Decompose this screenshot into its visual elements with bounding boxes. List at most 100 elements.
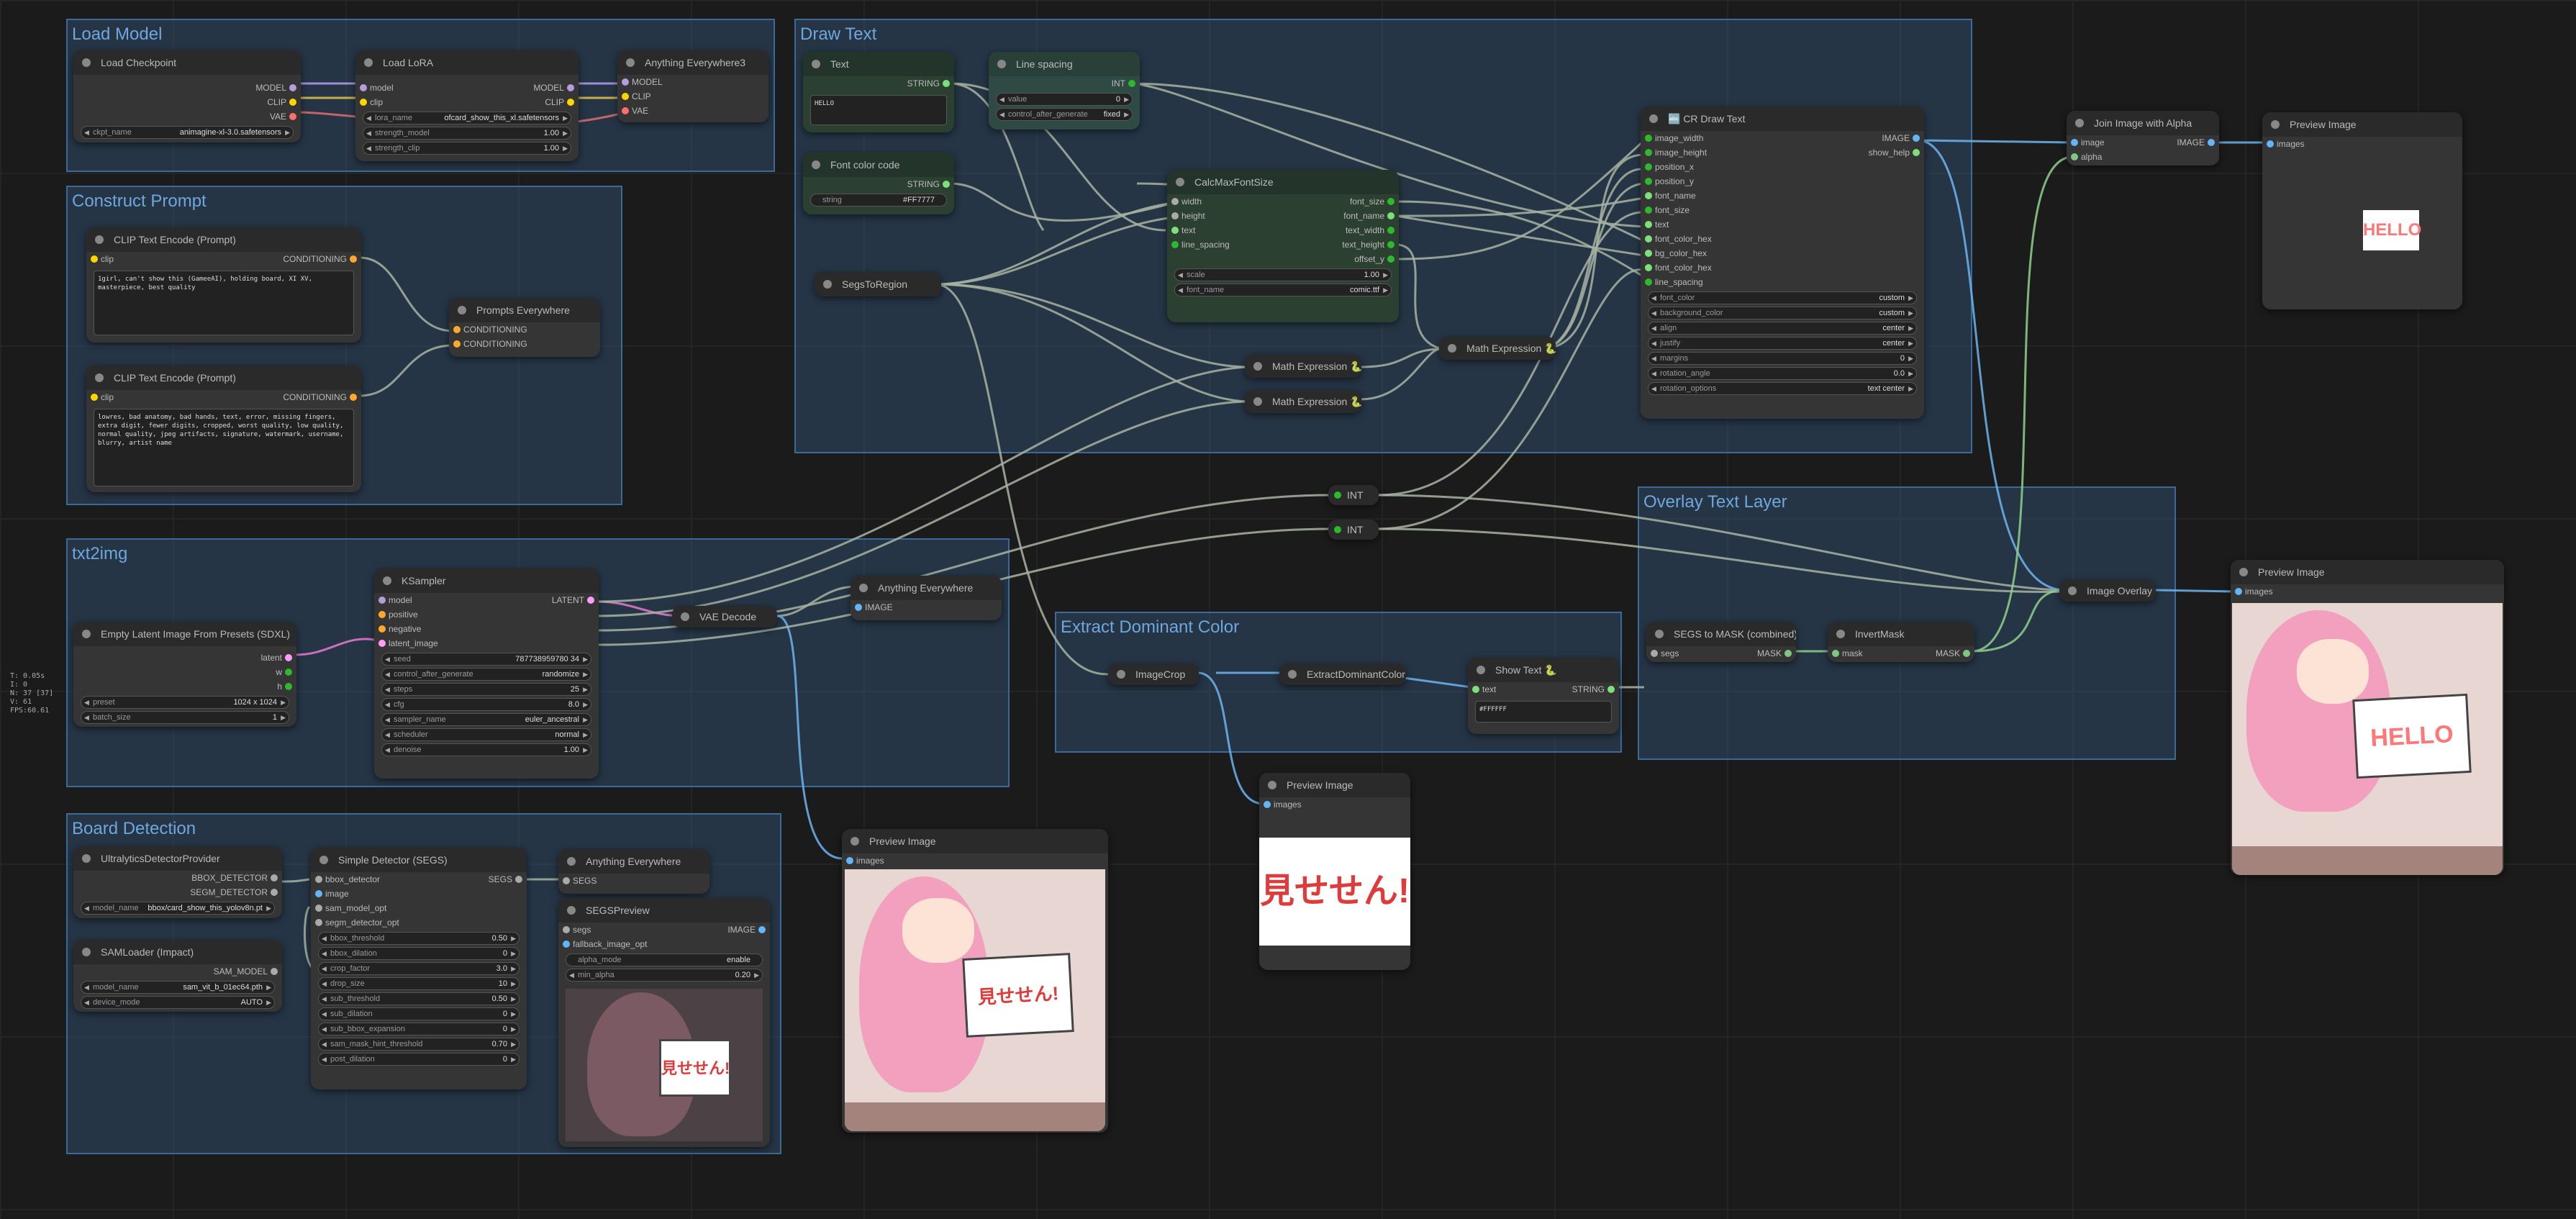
collapse-dot[interactable] (1334, 491, 1341, 499)
node-header[interactable]: Preview Image (2262, 112, 2462, 137)
math-expression-node-1[interactable]: Math Expression 🐍 (1245, 355, 1361, 378)
input-negative[interactable]: negative (374, 622, 599, 636)
input-line-spacing[interactable]: line_spacing (1641, 275, 1924, 289)
sub-bbox-expansion-widget[interactable]: sub_bbox_expansion 0 (318, 1023, 520, 1036)
collapse-dot[interactable] (681, 612, 689, 621)
collapse-dot[interactable] (2068, 586, 2077, 595)
justify-widget[interactable]: justify center (1648, 337, 1917, 350)
collapse-dot[interactable] (567, 906, 576, 915)
denoise-widget[interactable]: denoise 1.00 (381, 743, 591, 756)
node-header[interactable]: SEGSPreview (558, 898, 770, 923)
input-images[interactable]: images (2262, 137, 2462, 151)
batch-size-widget[interactable]: batch_size 1 (81, 711, 289, 724)
preview-image-node-crop[interactable]: Preview Image images 見せせん! (1259, 773, 1410, 970)
node-header[interactable]: Show Text 🐍 (1468, 658, 1619, 682)
collapse-dot[interactable] (1253, 397, 1262, 406)
slot-row-5[interactable]: offset_y (1167, 252, 1399, 266)
scale-widget[interactable]: scale 1.00 (1174, 268, 1392, 281)
preview-image-node-final[interactable]: Preview Image images HELLO (2231, 560, 2504, 875)
slot-dot[interactable] (622, 78, 629, 86)
slot-dot[interactable] (1645, 135, 1652, 142)
node-header[interactable]: Preview Image (1259, 773, 1410, 797)
input-bg-color-hex[interactable]: bg_color_hex (1641, 246, 1924, 260)
slot-dot[interactable] (1387, 255, 1394, 263)
input-text[interactable]: text (1641, 217, 1924, 232)
input-images[interactable]: images (842, 853, 1108, 868)
scheduler-widget[interactable]: scheduler normal (381, 728, 591, 741)
ultralytics-detector-provider-node[interactable]: UltralyticsDetectorProvider BBOX_DETECTO… (73, 846, 282, 918)
collapse-dot[interactable] (364, 58, 373, 67)
slot-dot[interactable] (285, 654, 292, 661)
anything-everywhere3-node[interactable]: Anything Everywhere3 MODEL CLIP VAE (617, 50, 768, 122)
preset-widget[interactable]: preset 1024 x 1024 (81, 696, 289, 709)
slot-dot[interactable] (315, 905, 322, 912)
slot-dot[interactable] (271, 874, 278, 882)
slot-dot[interactable] (622, 107, 629, 114)
collapse-dot[interactable] (1117, 670, 1125, 679)
strength-clip-widget[interactable]: strength_clip 1.00 (363, 142, 571, 155)
preview-image-node-generated[interactable]: Preview Image images 見せせん! (842, 829, 1108, 1133)
input-conditioning-2[interactable]: CONDITIONING (449, 337, 600, 351)
font-color-code-node[interactable]: Font color code STRING string #FF7777 (803, 153, 954, 214)
slot-row-2[interactable]: height font_name (1167, 209, 1399, 223)
extract-dominant-color-node[interactable]: ExtractDominantColor (1279, 663, 1406, 685)
node-header[interactable]: VAE Decode (672, 606, 777, 627)
collapse-dot[interactable] (1334, 526, 1341, 533)
string-widget[interactable]: string #FF7777 (810, 194, 947, 207)
slot-dot[interactable] (515, 876, 522, 883)
simple-detector-node[interactable]: Simple Detector (SEGS) bbox_detector SEGS… (311, 848, 527, 1089)
input-position-y[interactable]: position_y (1641, 174, 1924, 189)
line-spacing-node[interactable]: Line spacing INT value 0 control_after_ge… (989, 52, 1140, 130)
input-clip[interactable]: CLIP (617, 89, 768, 104)
slot-dot[interactable] (1645, 207, 1652, 214)
node-header[interactable]: Math Expression 🐍 (1245, 390, 1361, 413)
rotation-options-widget[interactable]: rotation_options text center (1648, 382, 1917, 395)
segspreview-node[interactable]: SEGSPreview segs IMAGE fallback_image_opt… (558, 898, 770, 1147)
show-text-node[interactable]: Show Text 🐍 text STRING #FFFFFF (1468, 658, 1619, 734)
input-latent-image[interactable]: latent_image (374, 636, 599, 651)
input-image[interactable]: image (311, 887, 527, 901)
input-model[interactable]: model MODEL (355, 81, 579, 95)
math-expression-node-3[interactable]: Math Expression 🐍 (1439, 337, 1556, 360)
output-string[interactable]: STRING (803, 76, 954, 91)
slot-dot[interactable] (1645, 192, 1652, 199)
ksampler-node[interactable]: KSampler model LATENT positive negative l… (374, 568, 599, 779)
slot-dot[interactable] (91, 255, 98, 263)
sam-mask-hint-threshold-widget[interactable]: sam_mask_hint_threshold 0.70 (318, 1038, 520, 1051)
input-segs[interactable]: segs MASK (1646, 646, 1796, 661)
output-vae[interactable]: VAE (73, 109, 301, 124)
slot-dot[interactable] (846, 857, 853, 864)
slot-dot[interactable] (2267, 140, 2274, 148)
negative-prompt-textarea[interactable]: lowres, bad anatomy, bad hands, text, er… (94, 409, 354, 486)
device-mode-widget[interactable]: device_mode AUTO (81, 996, 275, 1009)
prompts-everywhere-node[interactable]: Prompts Everywhere CONDITIONING CONDITIO… (449, 298, 600, 357)
input-images[interactable]: images (2231, 584, 2504, 599)
collapse-dot[interactable] (1655, 630, 1664, 638)
collapse-dot[interactable] (1268, 781, 1276, 789)
sampler-name-widget[interactable]: sampler_name euler_ancestral (381, 713, 591, 726)
node-header[interactable]: InvertMask (1828, 622, 1974, 646)
slot-dot[interactable] (315, 919, 322, 926)
input-font-color-hex[interactable]: font_color_hex (1641, 232, 1924, 246)
collapse-dot[interactable] (2271, 120, 2280, 129)
slot-dot[interactable] (1171, 198, 1179, 205)
anything-everywhere-segs-node[interactable]: Anything Everywhere SEGS (558, 849, 709, 894)
node-header[interactable]: INT (1328, 520, 1379, 540)
collapse-dot[interactable] (82, 58, 91, 67)
node-header[interactable]: Simple Detector (SEGS) (311, 848, 527, 872)
bbox-dilation-widget[interactable]: bbox_dilation 0 (318, 947, 520, 960)
node-header[interactable]: Line spacing (989, 52, 1140, 76)
input-segs[interactable]: segs IMAGE (558, 923, 770, 937)
node-header[interactable]: CalcMaxFontSize (1167, 170, 1399, 194)
output-latent[interactable]: latent (73, 651, 296, 665)
node-header[interactable]: ImageCrop (1108, 663, 1199, 685)
input-clip[interactable]: clip CONDITIONING (86, 390, 361, 404)
node-header[interactable]: UltralyticsDetectorProvider (73, 846, 282, 871)
ckpt-name-widget[interactable]: ckpt_name animagine-xl-3.0.safetensors (81, 126, 294, 139)
slot-dot[interactable] (360, 84, 367, 91)
input-bbox-detector[interactable]: bbox_detector SEGS (311, 872, 527, 887)
collapse-dot[interactable] (2239, 568, 2248, 576)
collapse-dot[interactable] (1288, 670, 1297, 679)
slot-row-4[interactable]: line_spacing text_height (1167, 237, 1399, 252)
slot-dot[interactable] (1645, 264, 1652, 271)
